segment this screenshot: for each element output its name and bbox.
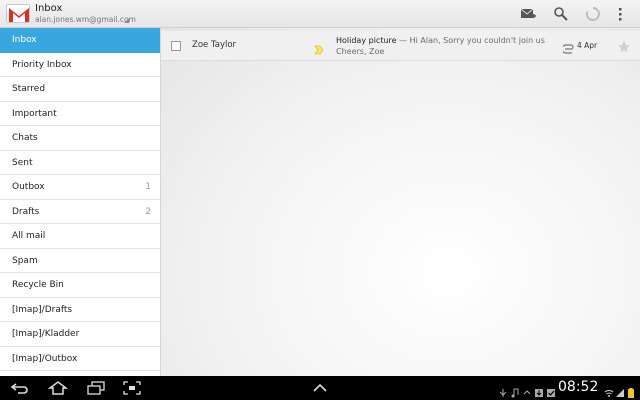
sidebar-item-label: Drafts: [12, 206, 40, 217]
sidebar-item-label: Spam: [12, 255, 38, 266]
action-bar: Inbox alan.jones.wm@gmail.com: [0, 0, 640, 28]
important-marker-icon[interactable]: [314, 40, 324, 55]
refresh-icon[interactable]: [584, 5, 602, 23]
sidebar-item-recycle-bin[interactable]: Recycle Bin: [0, 273, 160, 298]
message-subject: Holiday picture: [336, 36, 397, 45]
sidebar-item-label: Priority Inbox: [12, 59, 72, 70]
sidebar-item-count: 1: [145, 182, 151, 192]
home-icon[interactable]: [47, 380, 69, 396]
page-title: Inbox: [35, 3, 63, 14]
sidebar-item-label: [Imap]/Kladder: [12, 329, 80, 339]
message-sender: Zoe Taylor: [192, 40, 237, 50]
checkbox-notification-icon: [546, 383, 556, 397]
sidebar-item-label: [Imap]/Outbox: [12, 353, 78, 364]
sidebar-item-label: [Imap]/Drafts: [12, 304, 73, 315]
sidebar-item-inbox[interactable]: Inbox: [0, 28, 160, 53]
download-icon: [534, 383, 544, 397]
sidebar-item-all-mail[interactable]: All mail: [0, 224, 160, 249]
screenshot-icon[interactable]: [122, 380, 142, 396]
music-icon: [510, 383, 520, 398]
account-switcher[interactable]: Inbox alan.jones.wm@gmail.com: [35, 3, 136, 25]
sidebar-item-label: Sent: [12, 157, 33, 168]
chevron-up-icon[interactable]: [310, 380, 330, 396]
folder-sidebar: Inbox Priority Inbox Starred Important C…: [0, 28, 161, 376]
sidebar-item-priority-inbox[interactable]: Priority Inbox: [0, 53, 160, 77]
account-dropdown-icon[interactable]: [124, 18, 129, 23]
message-date: 4 Apr: [577, 41, 598, 50]
wifi-icon: [604, 383, 614, 397]
sidebar-item-outbox[interactable]: Outbox 1: [0, 175, 160, 200]
star-icon[interactable]: [617, 39, 631, 53]
list-item[interactable]: Zoe Taylor Holiday picture — Hi Alan, So…: [161, 31, 640, 61]
sidebar-item-label: Inbox: [12, 35, 37, 45]
message-subject-line: Holiday picture — Hi Alan, Sorry you cou…: [336, 35, 545, 46]
attachment-icon: [561, 39, 575, 54]
recent-apps-icon[interactable]: [86, 380, 106, 396]
account-email: alan.jones.wm@gmail.com: [35, 15, 136, 24]
sidebar-item-imap-outbox[interactable]: [Imap]/Outbox: [0, 347, 160, 371]
select-checkbox[interactable]: [171, 41, 181, 51]
sidebar-item-label: Outbox: [12, 182, 45, 192]
sidebar-item-sent[interactable]: Sent: [0, 151, 160, 175]
search-icon[interactable]: [552, 5, 570, 23]
sidebar-item-spam[interactable]: Spam: [0, 249, 160, 273]
sidebar-item-important[interactable]: Important: [0, 102, 160, 126]
usb-icon: [498, 383, 508, 397]
overflow-menu-icon[interactable]: [616, 5, 624, 23]
sidebar-item-count: 2: [145, 206, 151, 217]
sidebar-item-chats[interactable]: Chats: [0, 126, 160, 151]
sidebar-item-label: Important: [12, 108, 57, 119]
sidebar-item-label: Chats: [12, 133, 38, 143]
sidebar-item-imap-drafts[interactable]: [Imap]/Drafts: [0, 298, 160, 322]
sidebar-item-imap-kladder[interactable]: [Imap]/Kladder: [0, 322, 160, 347]
sidebar-item-drafts[interactable]: Drafts 2: [0, 200, 160, 224]
status-clock[interactable]: 08:52: [558, 379, 598, 395]
gmail-logo-icon[interactable]: [6, 4, 30, 23]
conversation-list: Zoe Taylor Holiday picture — Hi Alan, So…: [161, 28, 640, 376]
sidebar-item-starred[interactable]: Starred: [0, 77, 160, 102]
signal-icon: [615, 383, 625, 397]
message-snippet: — Hi Alan, Sorry you couldn't join us: [396, 36, 545, 45]
sidebar-item-label: All mail: [12, 231, 46, 241]
sidebar-item-label: Starred: [12, 84, 46, 94]
sidebar-item-label: Recycle Bin: [12, 280, 64, 290]
sync-icon: [522, 383, 532, 395]
compose-icon[interactable]: [519, 5, 537, 23]
battery-icon: [627, 383, 635, 398]
system-navigation-bar: 08:52: [0, 376, 640, 400]
message-snippet-continued: Cheers, Zoe: [336, 47, 385, 56]
back-icon[interactable]: [10, 380, 30, 396]
